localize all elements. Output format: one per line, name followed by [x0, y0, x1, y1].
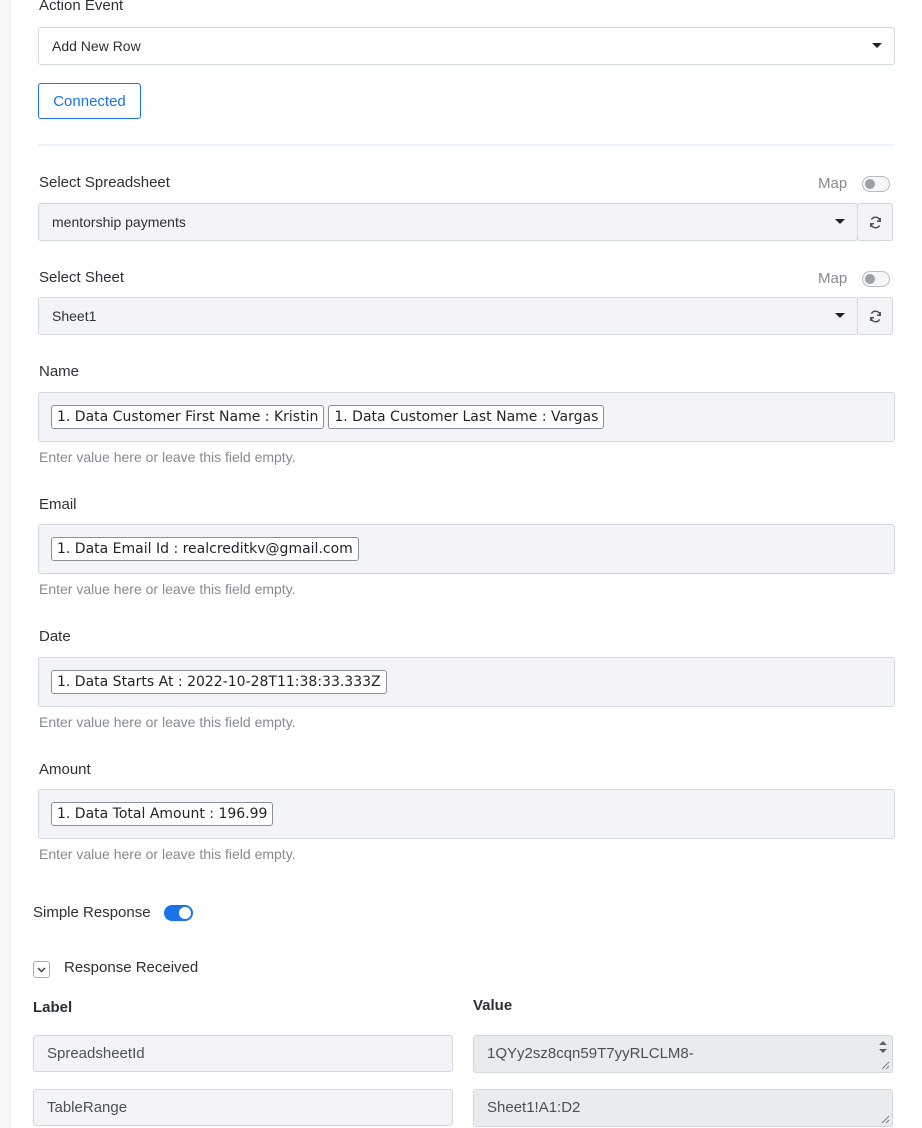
resize-grip-icon[interactable]: [881, 1115, 890, 1124]
email-chip[interactable]: 1. Data Email Id : realcreditkv@gmail.co…: [51, 537, 359, 561]
map-label: Map: [818, 175, 848, 192]
response-value-header: Value: [473, 997, 513, 1014]
response-collapse-button[interactable]: [33, 961, 50, 978]
map-label: Map: [818, 270, 848, 287]
amount-chip[interactable]: 1. Data Total Amount : 196.99: [51, 802, 274, 826]
sheet-refresh-button[interactable]: [857, 297, 893, 335]
chevron-down-icon: [37, 967, 46, 972]
section-divider: [38, 144, 895, 146]
spinner-arrows-icon: [879, 1041, 887, 1053]
spreadsheet-value: mentorship payments: [52, 214, 186, 230]
response-value-textarea[interactable]: Sheet1!A1:D2: [473, 1089, 893, 1127]
caret-down-icon: [835, 313, 845, 318]
email-hint: Enter value here or leave this field emp…: [39, 581, 296, 597]
action-event-select[interactable]: Add New Row: [38, 27, 895, 65]
name-label: Name: [39, 363, 80, 380]
spreadsheet-refresh-button[interactable]: [857, 203, 893, 241]
action-event-label: Action Event: [39, 0, 124, 14]
amount-label: Amount: [39, 761, 91, 778]
simple-response-toggle[interactable]: [164, 905, 193, 921]
sheet-label: Select Sheet: [39, 269, 125, 286]
resize-grip-icon[interactable]: [881, 1061, 890, 1070]
date-hint: Enter value here or leave this field emp…: [39, 714, 296, 730]
sheet-map-toggle[interactable]: [862, 270, 891, 287]
left-rail: [0, 0, 11, 1128]
spreadsheet-map: Map: [818, 175, 891, 192]
spreadsheet-map-toggle[interactable]: [862, 175, 891, 192]
caret-down-icon: [835, 219, 845, 224]
toggle-knob: [865, 178, 876, 189]
amount-field[interactable]: 1. Data Total Amount : 196.99: [38, 789, 895, 839]
response-label-input[interactable]: TableRange: [33, 1089, 453, 1126]
date-chip[interactable]: 1. Data Starts At : 2022-10-28T11:38:33.…: [51, 670, 387, 694]
refresh-icon: [869, 216, 881, 228]
response-label-header: Label: [33, 999, 73, 1016]
response-label-input[interactable]: SpreadsheetId: [33, 1035, 453, 1072]
toggle-knob: [179, 907, 191, 919]
connected-button[interactable]: Connected: [38, 83, 141, 119]
name-last-chip[interactable]: 1. Data Customer Last Name : Vargas: [328, 405, 605, 429]
refresh-icon: [869, 310, 881, 322]
date-field[interactable]: 1. Data Starts At : 2022-10-28T11:38:33.…: [38, 657, 895, 707]
response-received-label: Response Received: [64, 959, 199, 976]
caret-down-icon: [872, 43, 882, 48]
sheet-map: Map: [818, 270, 891, 287]
sheet-value: Sheet1: [52, 308, 97, 324]
spreadsheet-label: Select Spreadsheet: [39, 174, 170, 191]
response-value-text: Sheet1!A1:D2: [487, 1099, 581, 1116]
simple-response-label: Simple Response: [33, 904, 151, 921]
amount-hint: Enter value here or leave this field emp…: [39, 846, 296, 862]
toggle-knob: [865, 273, 876, 284]
name-hint: Enter value here or leave this field emp…: [39, 449, 296, 465]
spreadsheet-select[interactable]: mentorship payments: [38, 203, 858, 241]
email-label: Email: [39, 496, 77, 513]
response-value-textarea[interactable]: 1QYy2sz8cqn59T7yyRLCLM8-: [473, 1035, 893, 1073]
response-value-text: 1QYy2sz8cqn59T7yyRLCLM8-: [487, 1045, 694, 1062]
email-field[interactable]: 1. Data Email Id : realcreditkv@gmail.co…: [38, 524, 895, 574]
date-label: Date: [39, 628, 71, 645]
name-field[interactable]: 1. Data Customer First Name : Kristin 1.…: [38, 392, 895, 442]
name-first-chip[interactable]: 1. Data Customer First Name : Kristin: [51, 405, 325, 429]
action-event-value: Add New Row: [52, 38, 141, 54]
sheet-select[interactable]: Sheet1: [38, 297, 858, 335]
